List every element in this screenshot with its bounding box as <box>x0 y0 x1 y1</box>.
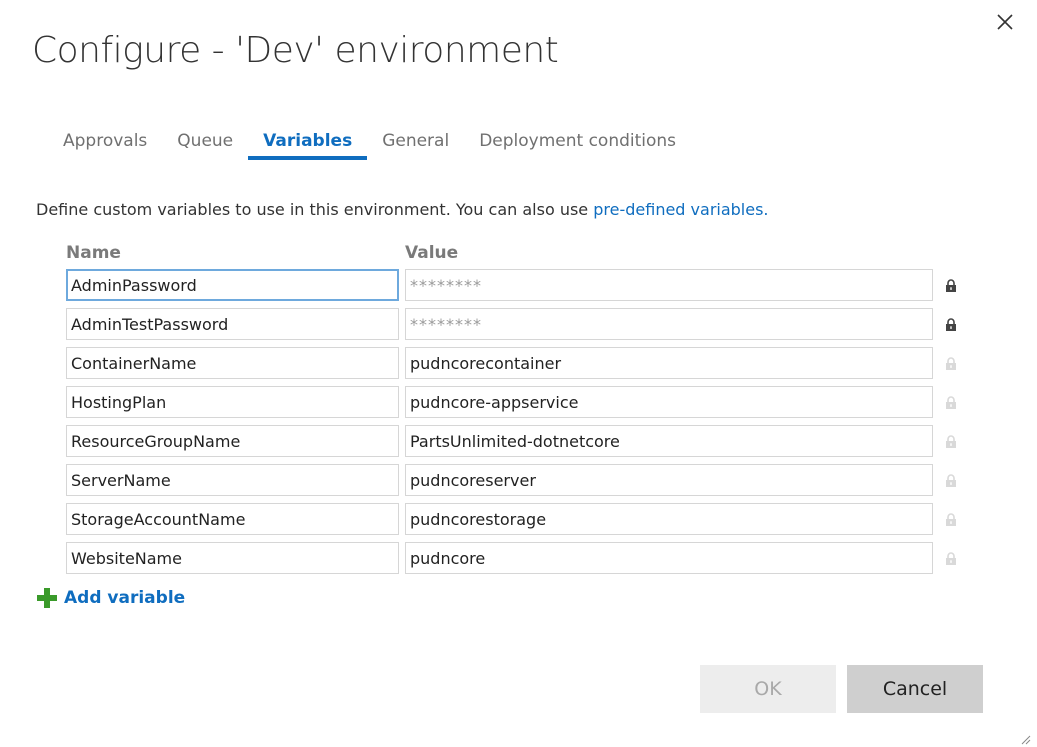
variable-value-input[interactable] <box>405 347 933 379</box>
variable-value-input[interactable] <box>405 542 933 574</box>
variable-value-input[interactable] <box>405 386 933 418</box>
variable-value-input[interactable] <box>405 308 933 340</box>
secret-toggle-button[interactable] <box>944 512 958 527</box>
configure-environment-dialog: Configure - 'Dev' environment Approvals … <box>0 0 1037 747</box>
lock-icon <box>946 278 956 292</box>
resize-grip-icon[interactable] <box>1019 733 1031 745</box>
secret-toggle-button[interactable] <box>944 395 958 410</box>
variable-value-input[interactable] <box>405 503 933 535</box>
secret-toggle-button[interactable] <box>944 356 958 371</box>
variable-name-input[interactable] <box>66 464 399 496</box>
secret-toggle-button[interactable] <box>944 473 958 488</box>
secret-toggle-button[interactable] <box>944 551 958 566</box>
variable-value-input[interactable] <box>405 425 933 457</box>
lock-icon <box>946 317 956 331</box>
variable-value-input[interactable] <box>405 464 933 496</box>
lock-icon <box>946 512 956 526</box>
dialog-title: Configure - 'Dev' environment <box>32 30 559 71</box>
tab-variables[interactable]: Variables <box>248 128 368 160</box>
variable-name-input[interactable] <box>66 347 399 379</box>
variable-name-input[interactable] <box>66 542 399 574</box>
tab-deployment-conditions[interactable]: Deployment conditions <box>464 128 691 160</box>
description: Define custom variables to use in this e… <box>36 200 769 219</box>
description-text: Define custom variables to use in this e… <box>36 200 589 219</box>
name-column-header: Name <box>66 243 121 263</box>
variable-value-input[interactable] <box>405 269 933 301</box>
ok-button[interactable]: OK <box>700 665 836 713</box>
value-column-header: Value <box>405 243 459 263</box>
secret-toggle-button[interactable] <box>944 434 958 449</box>
add-variable-label: Add variable <box>64 588 186 608</box>
tab-approvals[interactable]: Approvals <box>48 128 162 160</box>
variable-name-input[interactable] <box>66 386 399 418</box>
close-button[interactable] <box>991 8 1019 36</box>
lock-icon <box>946 551 956 565</box>
variable-name-input[interactable] <box>66 425 399 457</box>
cancel-button[interactable]: Cancel <box>847 665 983 713</box>
secret-toggle-button[interactable] <box>944 278 958 293</box>
variable-name-input[interactable] <box>66 308 399 340</box>
tab-bar: Approvals Queue Variables General Deploy… <box>48 128 691 160</box>
lock-icon <box>946 356 956 370</box>
lock-icon <box>946 395 956 409</box>
tab-general[interactable]: General <box>367 128 464 160</box>
variable-name-input[interactable] <box>66 503 399 535</box>
close-icon <box>997 14 1013 30</box>
predefined-variables-link[interactable]: pre-defined variables. <box>593 200 768 219</box>
lock-icon <box>946 434 956 448</box>
lock-icon <box>946 473 956 487</box>
add-variable-button[interactable]: Add variable <box>36 587 185 609</box>
secret-toggle-button[interactable] <box>944 317 958 332</box>
variable-name-input[interactable] <box>66 269 399 301</box>
tab-queue[interactable]: Queue <box>162 128 248 160</box>
plus-icon <box>37 588 57 608</box>
